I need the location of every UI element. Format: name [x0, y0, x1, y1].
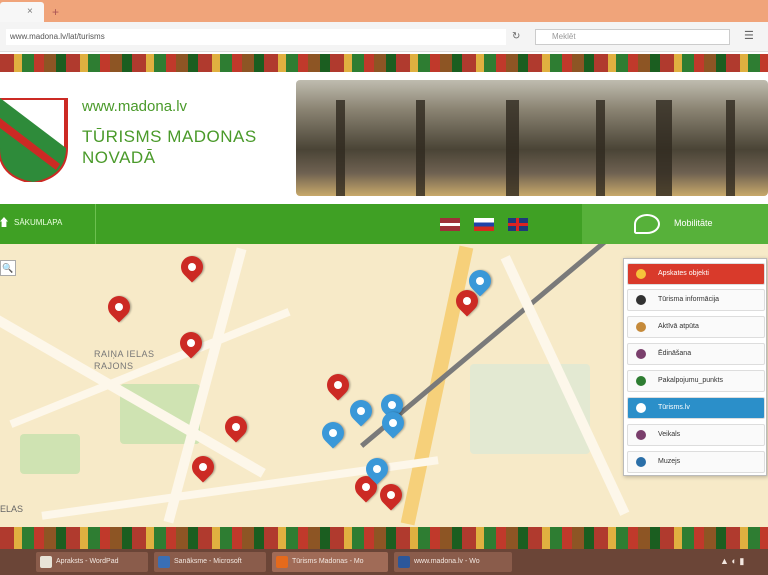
- home-icon: [636, 376, 646, 386]
- map-pin-blue[interactable]: [345, 395, 377, 427]
- legend-item-shop[interactable]: Veikals: [627, 424, 765, 446]
- map-pin-red[interactable]: [375, 479, 407, 511]
- legend-item-label: Tūrisma informācija: [658, 296, 720, 303]
- legend-item-museum[interactable]: Muzejs: [627, 451, 765, 473]
- browser-tab-strip: × +: [0, 0, 768, 22]
- chat-icon: [634, 214, 660, 234]
- map-pin-blue[interactable]: [317, 417, 349, 449]
- legend-item-label: Pakalpojumu_punkts: [658, 377, 723, 384]
- bed-icon: [636, 403, 646, 413]
- map-pin-red[interactable]: [176, 251, 208, 283]
- district-label-line-2: RAJONS: [94, 361, 134, 371]
- park-area: [20, 434, 80, 474]
- legend-item-label: Ēdināšana: [658, 350, 692, 357]
- task-label: Apraksts - WordPad: [56, 558, 119, 565]
- bike-icon: [636, 322, 646, 332]
- site-title-line-2: NOVADĀ: [82, 148, 156, 167]
- taskbar-task-wordpad[interactable]: Apraksts - WordPad: [36, 552, 148, 572]
- site-title-line-1: TŪRISMS MADONAS: [82, 127, 257, 146]
- firefox-icon: [276, 556, 288, 568]
- word-icon: [398, 556, 410, 568]
- new-tab-icon[interactable]: +: [52, 5, 59, 19]
- taskbar-task-word[interactable]: www.madona.lv - Wo: [394, 552, 512, 572]
- os-taskbar: Apraksts - WordPad Sanāksme - Microsoft …: [0, 549, 768, 575]
- ethnographic-pattern-band: [0, 54, 768, 72]
- document-icon: [158, 556, 170, 568]
- map-pin-red[interactable]: [103, 291, 135, 323]
- legend-item-accommodation[interactable]: Tūrisms.lv: [627, 397, 765, 419]
- map-pin-red[interactable]: [187, 451, 219, 483]
- star-icon: [636, 269, 646, 279]
- task-label: www.madona.lv - Wo: [414, 558, 480, 565]
- legend-item-sights[interactable]: Apskates objekti: [627, 263, 765, 285]
- map-pin-red[interactable]: [322, 369, 354, 401]
- globe-icon: [636, 457, 646, 467]
- tab-close-icon[interactable]: ×: [27, 6, 33, 17]
- taskbar-task-firefox[interactable]: Tūrisms Madonas - Mo: [272, 552, 388, 572]
- food-icon: [636, 349, 646, 359]
- legend-item-label: Tūrisms.lv: [658, 404, 690, 411]
- site-title: TŪRISMS MADONAS NOVADĀ: [82, 126, 257, 168]
- legend-item-label: Muzejs: [658, 458, 681, 465]
- ethnographic-pattern-band: [0, 527, 768, 549]
- legend-item-label: Veikals: [658, 431, 681, 438]
- nav-mobile-label: Mobilitāte: [674, 218, 713, 228]
- map-zoom-icon[interactable]: 🔍: [0, 260, 16, 276]
- map-category-legend: Apskates objekti Tūrisma informācija Akt…: [623, 258, 767, 476]
- taskbar-task-meeting[interactable]: Sanāksme - Microsoft: [154, 552, 266, 572]
- map-pin-red[interactable]: [220, 411, 252, 443]
- madona-crest-logo[interactable]: [0, 98, 68, 182]
- district-label: RAIŅA IELAS RAJONS: [94, 348, 155, 372]
- browser-tab[interactable]: ×: [0, 2, 44, 22]
- main-nav: SĀKUMLAPA Mobilitāte: [0, 204, 768, 244]
- reload-icon[interactable]: ↻: [512, 31, 520, 42]
- site-url[interactable]: www.madona.lv: [82, 98, 187, 115]
- nav-home[interactable]: SĀKUMLAPA: [0, 204, 96, 244]
- russian-flag-icon[interactable]: [474, 218, 494, 231]
- home-icon: [0, 217, 8, 227]
- browser-search-input[interactable]: Meklēt: [535, 29, 730, 45]
- menu-icon[interactable]: ☰: [744, 29, 754, 42]
- header-forest-photo: [296, 80, 768, 196]
- wordpad-icon: [40, 556, 52, 568]
- legend-item-food[interactable]: Ēdināšana: [627, 343, 765, 365]
- system-tray-icons[interactable]: ▲ ◐ ▮: [720, 556, 744, 567]
- site-header: www.madona.lv TŪRISMS MADONAS NOVADĀ: [0, 74, 768, 202]
- url-field[interactable]: www.madona.lv/lat/turisms: [6, 29, 506, 45]
- district-label-line-1: RAIŅA IELAS: [94, 349, 155, 359]
- uk-flag-icon[interactable]: [508, 218, 528, 231]
- task-label: Sanāksme - Microsoft: [174, 558, 242, 565]
- nav-mobile[interactable]: Mobilitāte: [582, 204, 768, 244]
- legend-item-tourism-info[interactable]: Tūrisma informācija: [627, 289, 765, 311]
- legend-item-label: Aktīvā atpūta: [658, 323, 699, 330]
- legend-item-service-point[interactable]: Pakalpojumu_punkts: [627, 370, 765, 392]
- address-bar-area: www.madona.lv/lat/turisms ↻ ⌕ Meklēt ☰: [0, 22, 768, 52]
- info-icon: [636, 295, 646, 305]
- shop-icon: [636, 430, 646, 440]
- street-label: ELAS: [0, 504, 24, 514]
- task-label: Tūrisms Madonas - Mo: [292, 558, 364, 565]
- legend-item-active-leisure[interactable]: Aktīvā atpūta: [627, 316, 765, 338]
- legend-item-label: Apskates objekti: [658, 270, 709, 277]
- nav-home-label: SĀKUMLAPA: [14, 218, 63, 227]
- latvian-flag-icon[interactable]: [440, 218, 460, 231]
